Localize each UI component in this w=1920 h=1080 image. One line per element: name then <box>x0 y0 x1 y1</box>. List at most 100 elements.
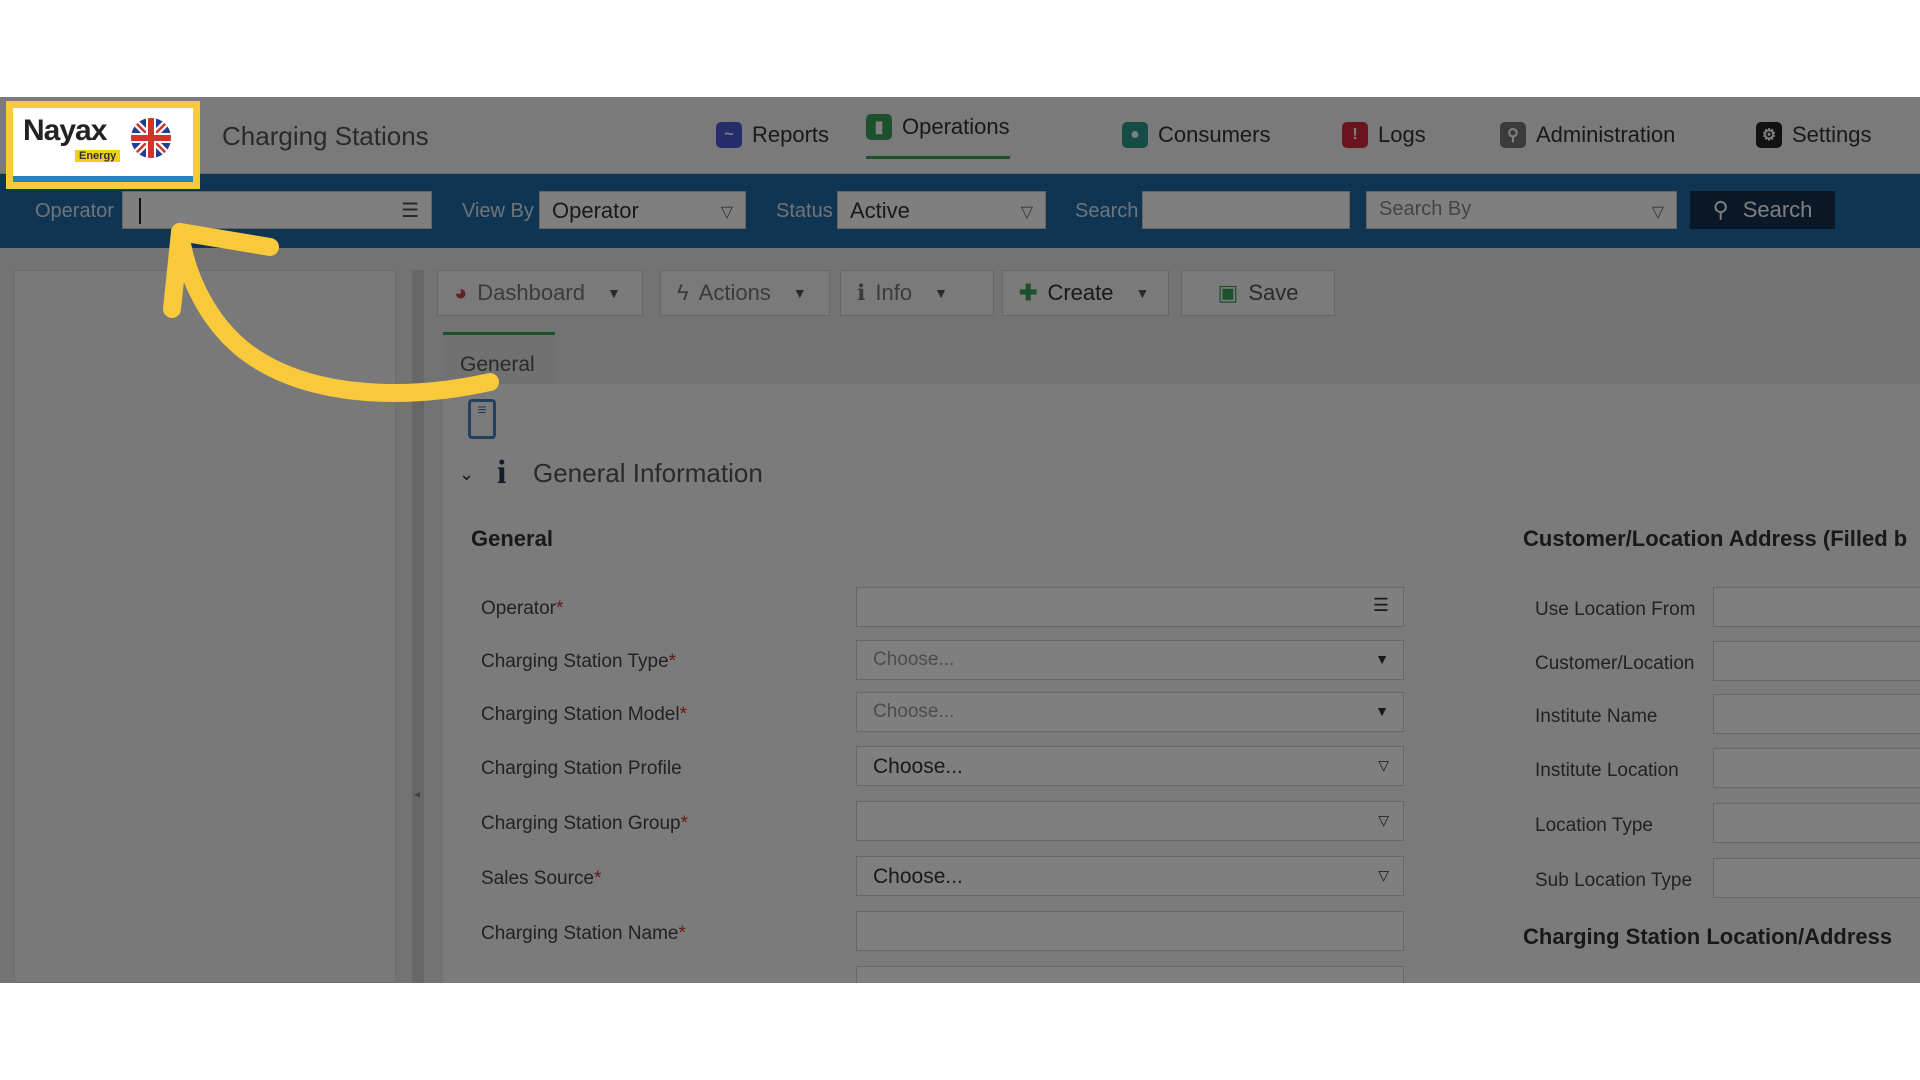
form-content: ≡ ⌄ i General Information General Custom… <box>443 384 1920 983</box>
operations-icon: ▮ <box>866 113 892 140</box>
use-location-from-label: Use Location From <box>1535 599 1696 620</box>
chevron-down-icon: ▽ <box>1378 812 1389 828</box>
info-label: Info <box>875 280 913 305</box>
info-button[interactable]: ℹ Info ▼ <box>840 270 994 316</box>
logo-underline <box>13 176 193 182</box>
nav-operations-label: Operations <box>902 113 1010 139</box>
nav-consumers-label: Consumers <box>1158 122 1271 147</box>
next-field[interactable] <box>856 966 1404 983</box>
gear-icon: ⚙ <box>1756 122 1782 148</box>
sales-source-label: Sales Source* <box>481 868 602 889</box>
nav-reports[interactable]: ~ Reports <box>716 117 829 153</box>
station-type-label: Charging Station Type* <box>481 651 677 672</box>
chevron-down-icon: ▽ <box>1651 204 1664 221</box>
status-label: Status <box>776 200 833 222</box>
nav-administration-label: Administration <box>1536 122 1676 147</box>
search-label: Search <box>1075 200 1139 222</box>
uk-flag-icon[interactable] <box>131 118 171 158</box>
actions-label: Actions <box>698 280 771 305</box>
tree-panel <box>14 270 396 983</box>
search-input[interactable] <box>1142 191 1350 229</box>
operator-filter-label: Operator <box>35 200 114 222</box>
chevron-down-icon: ▼ <box>606 285 621 301</box>
app-window: Charging Stations ~ Reports ▮ Operations… <box>0 97 1920 983</box>
actions-button[interactable]: ϟ Actions ▼ <box>660 270 830 316</box>
operator-field[interactable]: ☰ <box>856 587 1404 627</box>
consumers-icon: ● <box>1122 122 1148 148</box>
institute-location-label: Institute Location <box>1535 760 1679 781</box>
save-icon: ▣ <box>1217 280 1239 305</box>
station-group-label: Charging Station Group* <box>481 813 689 834</box>
institute-location-field[interactable] <box>1713 748 1920 788</box>
station-type-select[interactable]: Choose... ▼ <box>856 640 1404 680</box>
institute-name-label: Institute Name <box>1535 706 1658 727</box>
sales-source-select[interactable]: Choose... ▽ <box>856 856 1404 896</box>
sub-location-type-label: Sub Location Type <box>1535 870 1693 891</box>
panel-splitter[interactable] <box>412 270 424 983</box>
viewby-value: Operator <box>552 198 639 223</box>
nav-operations[interactable]: ▮ Operations <box>866 109 1010 159</box>
station-name-input[interactable] <box>856 911 1404 951</box>
create-button[interactable]: ✚ Create ▼ <box>1002 270 1169 316</box>
customer-address-heading: Customer/Location Address (Filled b <box>1523 526 1908 551</box>
station-model-select[interactable]: Choose... ▼ <box>856 692 1404 732</box>
nav-consumers[interactable]: ● Consumers <box>1122 117 1270 153</box>
list-icon[interactable]: ☰ <box>401 198 419 223</box>
nav-logs[interactable]: ! Logs <box>1342 117 1426 153</box>
create-label: Create <box>1047 280 1114 305</box>
viewby-label: View By <box>462 200 534 222</box>
customer-location-field[interactable] <box>1713 641 1920 681</box>
info-icon: i <box>497 454 507 491</box>
station-group-select[interactable]: ▽ <box>856 801 1404 841</box>
station-address-heading: Charging Station Location/Address <box>1523 924 1893 949</box>
station-name-label: Charging Station Name* <box>481 923 686 944</box>
station-profile-select[interactable]: Choose... ▽ <box>856 746 1404 786</box>
status-select[interactable]: Active ▽ <box>837 191 1046 229</box>
chevron-down-icon: ▼ <box>934 285 948 301</box>
search-button[interactable]: ⚲ Search <box>1690 191 1835 229</box>
institute-name-field[interactable] <box>1713 694 1920 734</box>
sub-location-type-field[interactable] <box>1713 858 1920 898</box>
operator-label: Operator* <box>481 598 564 619</box>
nav-settings-label: Settings <box>1792 122 1872 147</box>
nav-settings[interactable]: ⚙ Settings <box>1756 117 1872 153</box>
page-title: Charging Stations <box>222 121 429 151</box>
search-by-placeholder: Search By <box>1379 198 1472 220</box>
customer-location-label: Customer/Location <box>1535 653 1695 674</box>
reports-icon: ~ <box>716 122 742 148</box>
tab-general[interactable]: General <box>443 332 555 384</box>
use-location-from-field[interactable] <box>1713 587 1920 627</box>
collapse-left-icon[interactable]: ◂ <box>414 787 420 801</box>
plus-icon: ✚ <box>1019 280 1038 305</box>
lightning-icon: ϟ <box>677 280 689 305</box>
administration-icon: ⚲ <box>1500 122 1526 148</box>
nav-reports-label: Reports <box>752 122 830 147</box>
save-button[interactable]: ▣ Save <box>1181 270 1335 316</box>
pie-chart-icon: ◕ <box>454 280 468 305</box>
filter-bar: Operator ☰ View By Operator ▽ Status Act… <box>0 174 1920 248</box>
chevron-down-icon: ▽ <box>720 204 733 221</box>
chevron-down-icon: ▽ <box>1378 867 1389 883</box>
device-icon: ≡ <box>468 399 496 439</box>
nav-administration[interactable]: ⚲ Administration <box>1500 117 1675 153</box>
list-icon[interactable]: ☰ <box>1373 595 1389 616</box>
station-model-label: Charging Station Model* <box>481 704 687 725</box>
location-type-field[interactable] <box>1713 803 1920 843</box>
nav-logs-label: Logs <box>1378 122 1426 147</box>
chevron-down-icon: ▽ <box>1020 204 1033 221</box>
save-label: Save <box>1248 280 1299 305</box>
chevron-down-icon: ▼ <box>1375 651 1389 667</box>
section-title: General Information <box>533 458 763 488</box>
logo-highlight[interactable]: Nayax Energy <box>6 101 200 189</box>
dashboard-button[interactable]: ◕ Dashboard ▼ <box>437 270 643 316</box>
general-heading: General <box>471 526 553 551</box>
collapse-chevron-icon[interactable]: ⌄ <box>459 464 474 485</box>
top-navigation: Charging Stations ~ Reports ▮ Operations… <box>0 97 1920 174</box>
search-button-label: Search <box>1742 197 1813 222</box>
text-cursor <box>139 198 141 224</box>
viewby-select[interactable]: Operator ▽ <box>539 191 746 229</box>
chevron-down-icon: ▼ <box>1135 285 1150 301</box>
search-by-select[interactable]: Search By ▽ <box>1366 191 1677 229</box>
info-icon: ℹ <box>857 280 866 305</box>
operator-filter-input[interactable]: ☰ <box>122 191 432 229</box>
